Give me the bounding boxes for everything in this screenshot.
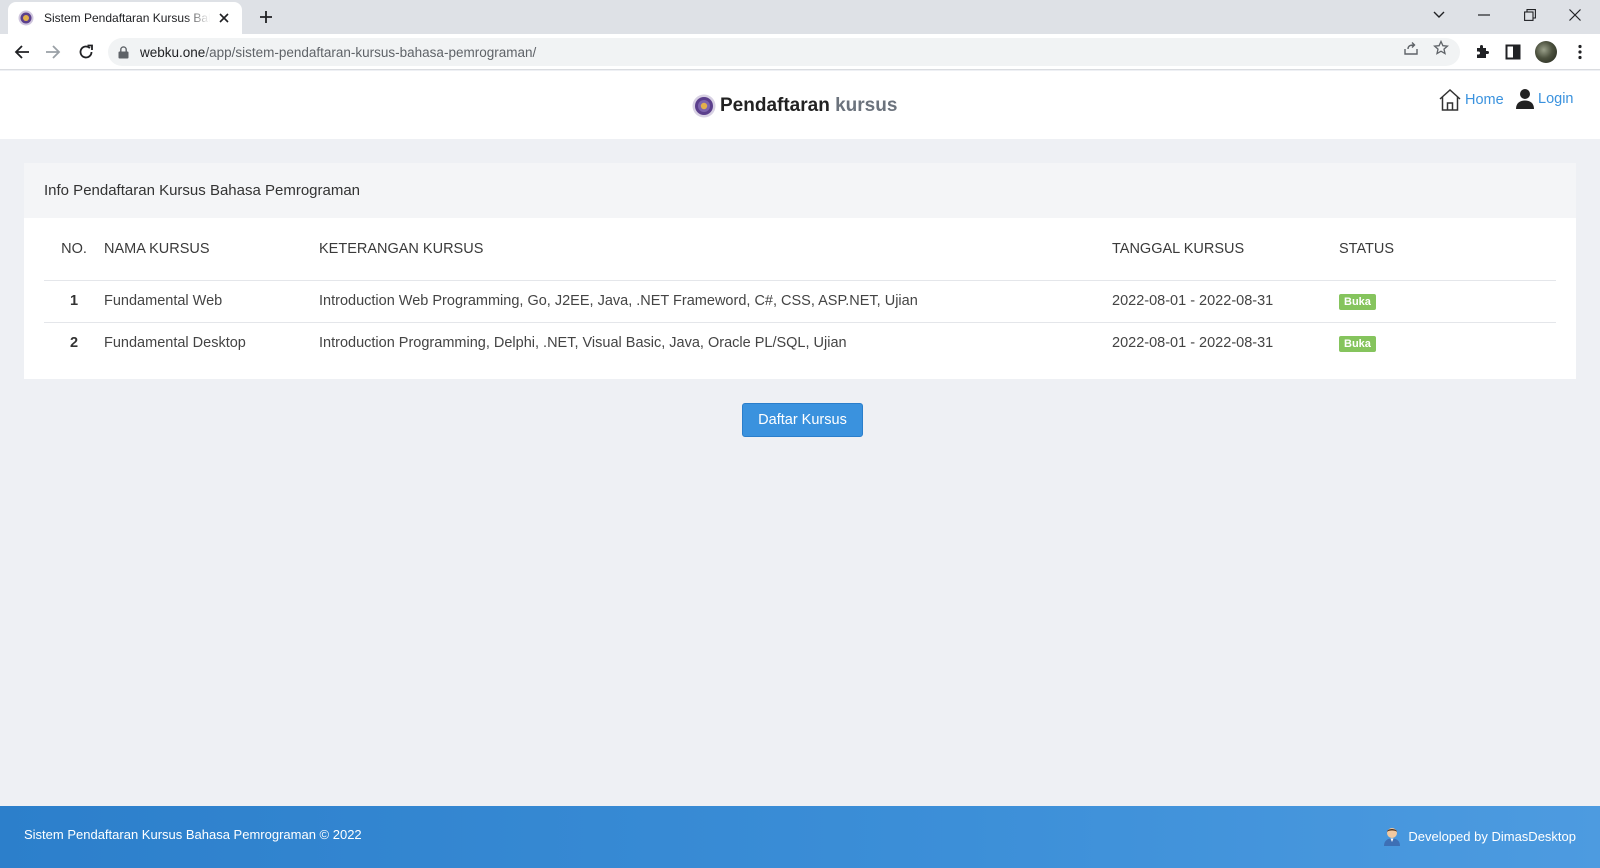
footer-credit[interactable]: Developed by DimasDesktop xyxy=(1383,826,1576,846)
brand-accent: kursus xyxy=(835,95,898,116)
cell-description: Introduction Web Programming, Go, J2EE, … xyxy=(319,280,1112,323)
forward-arrow-icon[interactable] xyxy=(40,39,66,65)
footer-copyright: Sistem Pendaftaran Kursus Bahasa Pemrogr… xyxy=(24,827,362,842)
site-favicon xyxy=(18,10,34,26)
column-header-name: NAMA KURSUS xyxy=(104,239,319,281)
cell-name: Fundamental Web xyxy=(104,280,319,323)
column-header-date: TANGGAL KURSUS xyxy=(1112,239,1339,281)
info-card: Info Pendaftaran Kursus Bahasa Pemrogram… xyxy=(24,163,1576,379)
nav-login-link[interactable]: Login xyxy=(1515,88,1573,110)
user-icon xyxy=(1516,89,1534,109)
window-close-icon[interactable] xyxy=(1552,0,1598,30)
reload-icon[interactable] xyxy=(73,39,99,65)
profile-avatar[interactable] xyxy=(1535,41,1557,63)
table-row: 2 Fundamental Desktop Introduction Progr… xyxy=(44,322,1556,364)
course-table: NO. NAMA KURSUS KETERANGAN KURSUS TANGGA… xyxy=(44,239,1556,364)
browser-tab[interactable]: Sistem Pendaftaran Kursus Bahasa Pemrogr… xyxy=(8,2,242,34)
cell-no: 1 xyxy=(44,280,104,323)
site-header: Pendaftaran kursus Home Login xyxy=(0,71,1600,139)
restore-icon[interactable] xyxy=(1507,0,1553,30)
table-row: 1 Fundamental Web Introduction Web Progr… xyxy=(44,280,1556,323)
cell-name: Fundamental Desktop xyxy=(104,335,246,352)
kebab-menu-icon[interactable] xyxy=(1570,42,1590,62)
nav-login-label: Login xyxy=(1538,91,1574,107)
minimize-icon[interactable] xyxy=(1461,0,1507,30)
address-bar[interactable]: webku.one/app/sistem-pendaftaran-kursus-… xyxy=(108,38,1460,66)
daftar-kursus-button[interactable]: Daftar Kursus xyxy=(742,403,863,437)
brand-main: Pendaftaran xyxy=(720,95,830,116)
lock-icon xyxy=(118,45,132,59)
url-text: webku.one/app/sistem-pendaftaran-kursus-… xyxy=(140,45,536,60)
brand[interactable]: Pendaftaran kursus xyxy=(692,94,897,118)
close-icon[interactable] xyxy=(216,10,232,26)
tab-title: Sistem Pendaftaran Kursus Bahasa Pemrogr… xyxy=(44,11,210,25)
browser-toolbar: webku.one/app/sistem-pendaftaran-kursus-… xyxy=(0,34,1600,70)
card-title: Info Pendaftaran Kursus Bahasa Pemrogram… xyxy=(24,163,1576,218)
cell-status: Buka xyxy=(1339,322,1556,364)
cell-description: Introduction Programming, Delphi, .NET, … xyxy=(319,335,847,352)
url-path: /app/sistem-pendaftaran-kursus-bahasa-pe… xyxy=(205,44,537,60)
footer-developer: Developed by DimasDesktop xyxy=(1408,828,1576,844)
column-header-status: STATUS xyxy=(1339,239,1556,281)
side-panel-icon[interactable] xyxy=(1503,42,1523,62)
cell-date: 2022-08-01 - 2022-08-31 xyxy=(1112,280,1339,323)
back-arrow-icon[interactable] xyxy=(9,39,35,65)
status-badge: Buka xyxy=(1339,293,1376,310)
browser-tab-strip: Sistem Pendaftaran Kursus Bahasa Pemrogr… xyxy=(0,0,1600,34)
chevron-down-icon[interactable] xyxy=(1416,0,1462,30)
column-header-description: KETERANGAN KURSUS xyxy=(319,239,1112,281)
nav-home-label: Home xyxy=(1465,92,1504,108)
star-icon[interactable] xyxy=(1432,40,1450,56)
site-footer: Sistem Pendaftaran Kursus Bahasa Pemrogr… xyxy=(0,806,1600,868)
puzzle-icon[interactable] xyxy=(1472,42,1492,62)
table-header-row: NO. NAMA KURSUS KETERANGAN KURSUS TANGGA… xyxy=(44,239,1556,281)
cell-date: 2022-08-01 - 2022-08-31 xyxy=(1112,335,1274,352)
column-header-no: NO. xyxy=(44,239,104,281)
url-host: webku.one xyxy=(140,44,206,60)
developer-avatar-icon xyxy=(1384,828,1401,846)
plus-icon[interactable] xyxy=(256,7,276,27)
nav-home-link[interactable]: Home xyxy=(1438,88,1504,112)
cell-no: 2 xyxy=(69,335,79,352)
share-icon[interactable] xyxy=(1402,40,1420,56)
home-icon xyxy=(1439,88,1461,111)
cell-status: Buka xyxy=(1339,280,1556,323)
brand-logo-icon xyxy=(692,94,716,118)
status-badge: Buka xyxy=(1339,335,1376,352)
brand-text: Pendaftaran kursus xyxy=(720,95,897,117)
